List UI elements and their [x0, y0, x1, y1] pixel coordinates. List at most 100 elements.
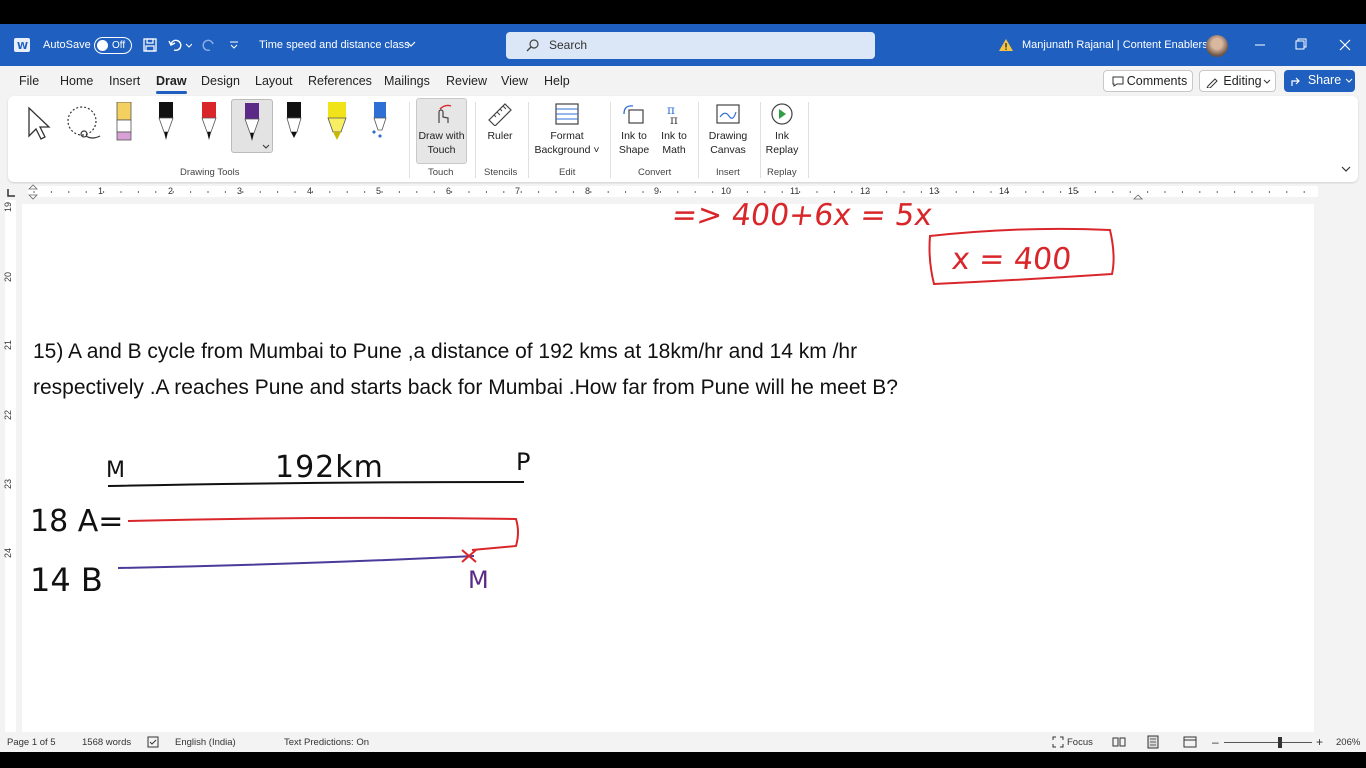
- read-mode-icon[interactable]: [1112, 736, 1126, 748]
- document-title[interactable]: Time speed and distance class: [259, 39, 410, 51]
- toggle-knob: [97, 40, 108, 51]
- tab-layout[interactable]: Layout: [255, 74, 293, 88]
- ink-meet-label: M: [468, 566, 489, 594]
- autosave-toggle[interactable]: Off: [94, 37, 132, 54]
- tab-selector-icon[interactable]: [6, 188, 16, 198]
- select-cursor-icon[interactable]: [26, 106, 52, 142]
- ruler-num: 6: [446, 186, 452, 196]
- ruler-label: Ruler: [487, 130, 513, 142]
- web-layout-icon[interactable]: [1183, 736, 1197, 748]
- ruler-num: 8: [585, 186, 591, 196]
- lasso-select-icon[interactable]: [64, 104, 104, 144]
- search-input[interactable]: Search: [506, 32, 875, 59]
- replay-group-label: Replay: [767, 167, 797, 178]
- tab-references[interactable]: References: [308, 74, 372, 88]
- format-background-icon: [555, 103, 579, 125]
- ruler-num: 5: [376, 186, 382, 196]
- customize-toolbar-icon[interactable]: [229, 40, 239, 50]
- ink-to-math-button[interactable]: π π Ink to Math: [654, 102, 694, 157]
- calligraphy-pen-icon[interactable]: [284, 102, 304, 142]
- share-icon: [1291, 77, 1300, 86]
- undo-icon[interactable]: [168, 38, 192, 52]
- tab-view[interactable]: View: [501, 74, 528, 88]
- focus-label[interactable]: Focus: [1067, 737, 1093, 748]
- pencil-icon: [1206, 78, 1218, 88]
- ink-boxed-answer: x = 400: [950, 242, 1074, 277]
- zoom-in-button[interactable]: +: [1316, 735, 1323, 749]
- tab-design[interactable]: Design: [201, 74, 240, 88]
- purple-pen-icon: [244, 103, 260, 141]
- question-line-2: respectively .A reaches Pune and starts …: [33, 376, 898, 399]
- draw-ribbon: Drawing Tools Draw with Touch Touch Rule…: [8, 96, 1358, 182]
- text-predictions[interactable]: Text Predictions: On: [284, 737, 369, 748]
- search-icon: [526, 39, 539, 52]
- touch-draw-icon: [438, 104, 452, 123]
- zoom-slider[interactable]: [1224, 742, 1312, 743]
- minimize-icon[interactable]: [1254, 40, 1266, 50]
- ruler-num: 9: [654, 186, 660, 196]
- ink-distance-line: [107, 481, 525, 487]
- ink-end-label: P: [516, 448, 531, 476]
- ink-replay-button[interactable]: Ink Replay: [762, 102, 802, 157]
- action-pen-icon[interactable]: [369, 102, 389, 142]
- svg-text:π: π: [670, 113, 678, 126]
- proofing-icon[interactable]: [147, 736, 159, 748]
- black-pen-icon[interactable]: [156, 102, 176, 142]
- ruler-button[interactable]: Ruler: [480, 102, 520, 143]
- title-bar: W AutoSave Off Time speed and distance c…: [0, 24, 1366, 66]
- collapse-ribbon-icon[interactable]: [1341, 166, 1351, 174]
- close-icon[interactable]: [1339, 39, 1351, 51]
- restore-icon[interactable]: [1295, 38, 1307, 50]
- chevron-down-icon[interactable]: [406, 41, 416, 49]
- focus-icon[interactable]: [1052, 736, 1064, 748]
- touch-group-label: Touch: [428, 167, 454, 178]
- ruler-num: 3: [237, 186, 243, 196]
- tab-help[interactable]: Help: [544, 74, 570, 88]
- autosave-state: Off: [112, 40, 126, 51]
- share-button[interactable]: Share: [1284, 70, 1355, 92]
- ribbon-divider: [409, 102, 410, 178]
- ruler-num: 4: [307, 186, 313, 196]
- vertical-ruler: 19 20 21 22 23 24: [0, 200, 20, 740]
- document-page[interactable]: => 400+6x = 5x x = 400 15) A and B cycle…: [22, 198, 1314, 736]
- language[interactable]: English (India): [175, 737, 236, 748]
- tab-draw[interactable]: Draw: [156, 74, 187, 94]
- zoom-slider-thumb[interactable]: [1278, 737, 1282, 748]
- ink-to-shape-button[interactable]: Ink to Shape: [614, 102, 654, 157]
- user-name[interactable]: Manjunath Rajanal | Content Enablers: [1022, 39, 1208, 51]
- page-count[interactable]: Page 1 of 5: [7, 737, 56, 748]
- ink-to-math-label-1: Ink to: [661, 130, 687, 142]
- print-layout-icon[interactable]: [1147, 735, 1159, 749]
- ruler-num: 2: [168, 186, 174, 196]
- editing-label: Editing: [1223, 74, 1262, 88]
- ink-b-path: [117, 549, 477, 569]
- tab-mailings[interactable]: Mailings: [384, 74, 430, 88]
- comments-button[interactable]: Comments: [1103, 70, 1193, 92]
- draw-with-touch-label-2: Touch: [427, 144, 456, 156]
- chevron-down-icon: [262, 144, 270, 149]
- ink-to-math-label-2: Math: [662, 144, 686, 156]
- highlighter-pen-icon[interactable]: [114, 102, 134, 142]
- format-background-button[interactable]: Format Background ˅: [530, 102, 604, 157]
- zoom-out-button[interactable]: –: [1212, 735, 1219, 749]
- vruler-num: 21: [3, 339, 14, 351]
- tab-review[interactable]: Review: [446, 74, 487, 88]
- drawing-canvas-button[interactable]: Drawing Canvas: [702, 102, 754, 157]
- ink-equation-top: => 400+6x = 5x: [669, 198, 935, 233]
- red-pen-icon[interactable]: [199, 102, 219, 142]
- save-icon[interactable]: [143, 38, 157, 52]
- avatar[interactable]: [1206, 35, 1228, 57]
- zoom-level[interactable]: 206%: [1336, 737, 1360, 748]
- word-count[interactable]: 1568 words: [82, 737, 131, 748]
- selected-pen-frame[interactable]: [231, 99, 273, 153]
- tab-home[interactable]: Home: [60, 74, 93, 88]
- editing-button[interactable]: Editing: [1199, 70, 1276, 92]
- vruler-num: 24: [3, 547, 14, 559]
- draw-with-touch-button[interactable]: Draw with Touch: [416, 98, 467, 164]
- tab-insert[interactable]: Insert: [109, 74, 140, 88]
- warning-icon[interactable]: [998, 38, 1014, 52]
- yellow-highlighter-icon[interactable]: [327, 102, 347, 142]
- redo-icon[interactable]: [201, 38, 217, 52]
- tab-file[interactable]: File: [19, 74, 39, 88]
- ribbon-divider: [760, 102, 761, 178]
